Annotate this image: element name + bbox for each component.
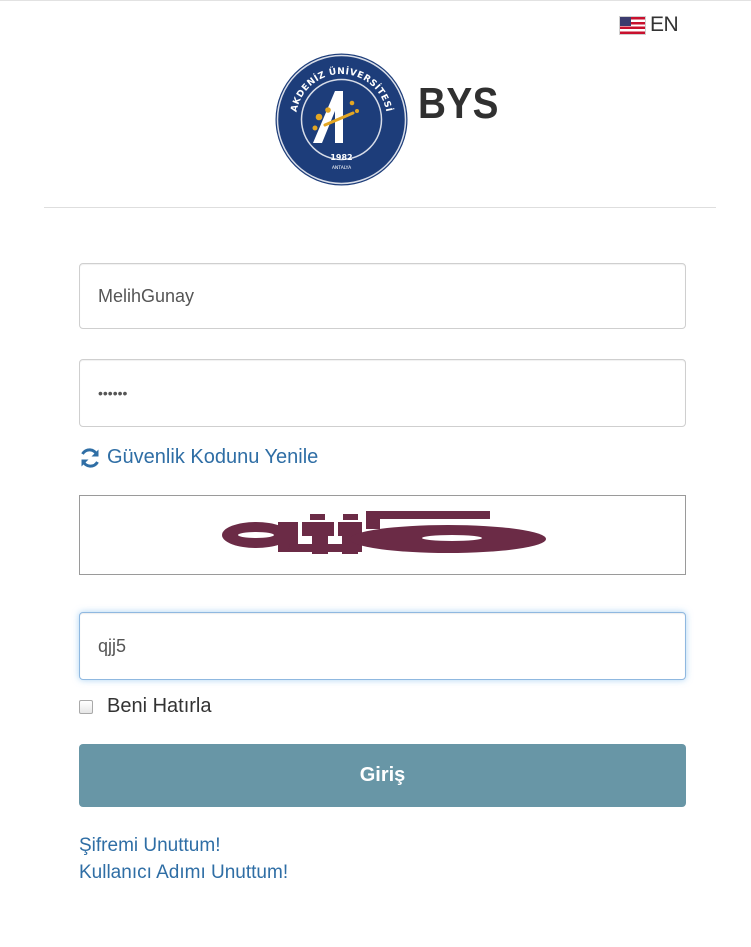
app-name: BYS	[418, 79, 499, 128]
captcha-graphic: qjj5	[80, 495, 546, 554]
username-input[interactable]	[79, 263, 686, 329]
top-border	[0, 0, 751, 1]
logo-year: 1982	[330, 153, 352, 162]
remember-me-checkbox[interactable]	[79, 699, 93, 714]
refresh-captcha-link[interactable]: Güvenlik Kodunu Yenile	[79, 446, 318, 469]
remember-me[interactable]: Beni Hatırla	[79, 695, 212, 718]
language-label: EN	[650, 13, 679, 36]
password-input[interactable]	[79, 359, 686, 427]
refresh-captcha-label: Güvenlik Kodunu Yenile	[107, 446, 319, 468]
remember-me-label: Beni Hatırla	[107, 695, 212, 717]
captcha-text: qjj5	[80, 496, 82, 497]
logo-city: ANTALYA	[332, 165, 352, 171]
akdeniz-university-seal-icon: AKDENİZ ÜNİVERSİTESİ 1982 ANTALYA	[275, 53, 408, 186]
forgot-username-link[interactable]: Kullanıcı Adımı Unuttum!	[79, 862, 288, 884]
us-flag-icon	[620, 16, 645, 34]
header-divider	[44, 207, 716, 208]
university-logo: AKDENİZ ÜNİVERSİTESİ 1982 ANTALYA	[273, 51, 410, 188]
refresh-icon	[81, 447, 99, 468]
forgot-password-link[interactable]: Şifremi Unuttum!	[79, 835, 220, 857]
captcha-image: qjj5	[79, 495, 686, 575]
security-code-input[interactable]	[79, 612, 686, 680]
language-switch[interactable]: EN	[620, 13, 679, 37]
login-button[interactable]: Giriş	[79, 744, 686, 807]
